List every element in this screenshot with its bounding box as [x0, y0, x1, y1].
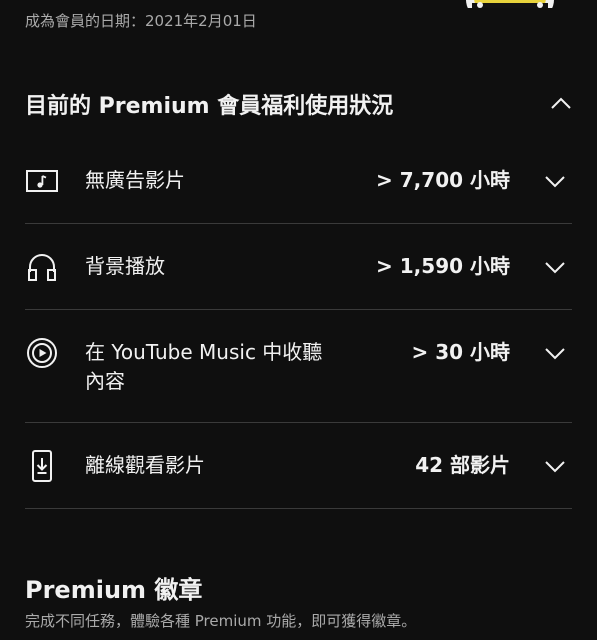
benefit-label-line2: 內容 [85, 369, 125, 393]
benefit-label-line1: 在 YouTube Music 中收聽 [85, 340, 323, 364]
expand-row-button[interactable] [542, 453, 568, 479]
member-since-text: 成為會員的日期：2021年2月01日 [25, 12, 257, 30]
benefit-label-offline: 離線觀看影片 [85, 453, 205, 477]
benefit-row-background-play[interactable]: 背景播放 > 1,590 小時 [25, 224, 572, 310]
chevron-up-icon [551, 97, 571, 109]
download-icon [25, 449, 59, 483]
benefits-section-title: 目前的 Premium 會員福利使用狀況 [25, 94, 394, 119]
benefit-value-youtube-music: > 30 小時 [411, 340, 510, 364]
chevron-down-icon [545, 348, 565, 360]
benefit-value-background-play: > 1,590 小時 [376, 254, 510, 278]
badges-section-title: Premium 徽章 [25, 576, 203, 604]
benefit-row-youtube-music[interactable]: 在 YouTube Music 中收聽 內容 > 30 小時 [25, 310, 572, 423]
collapse-section-button[interactable] [544, 87, 578, 121]
benefit-label-background-play: 背景播放 [85, 254, 165, 278]
benefits-section-header[interactable]: 目前的 Premium 會員福利使用狀況 [25, 82, 572, 126]
chevron-down-icon [545, 262, 565, 274]
music-video-icon [25, 164, 59, 198]
expand-row-button[interactable] [542, 254, 568, 280]
benefit-value-ad-free: > 7,700 小時 [376, 168, 510, 192]
chevron-down-icon [545, 461, 565, 473]
benefits-list: 無廣告影片 > 7,700 小時 背景播放 > 1,590 小時 在 YouTu… [25, 138, 572, 509]
benefit-label-youtube-music: 在 YouTube Music 中收聽 內容 [85, 338, 322, 396]
benefit-row-ad-free[interactable]: 無廣告影片 > 7,700 小時 [25, 138, 572, 224]
chevron-down-icon [545, 176, 565, 188]
premium-badge-image [462, 0, 558, 8]
youtube-music-icon [25, 336, 59, 370]
headphones-icon [25, 250, 59, 284]
expand-row-button[interactable] [542, 168, 568, 194]
expand-row-button[interactable] [542, 340, 568, 366]
benefit-value-offline: 42 部影片 [415, 453, 510, 477]
benefit-label-ad-free: 無廣告影片 [85, 168, 185, 192]
benefit-row-offline[interactable]: 離線觀看影片 42 部影片 [25, 423, 572, 509]
badges-section-description: 完成不同任務，體驗各種 Premium 功能，即可獲得徽章。 [25, 612, 417, 630]
